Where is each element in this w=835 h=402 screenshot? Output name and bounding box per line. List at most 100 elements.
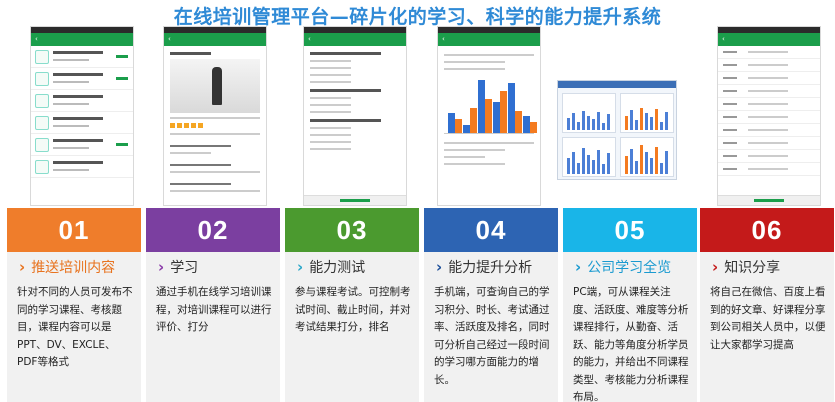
app-bar: ‹ xyxy=(31,33,133,46)
pc-chart-bar xyxy=(635,120,638,130)
chart-bar xyxy=(493,102,500,133)
pc-chart-bar xyxy=(592,160,595,174)
chevron-right-icon: › xyxy=(712,257,719,276)
back-arrow-icon: ‹ xyxy=(168,35,171,43)
course-icon xyxy=(35,94,49,108)
list-item xyxy=(31,46,133,68)
app-bar: ‹ xyxy=(304,33,406,46)
pc-chart-bar xyxy=(645,113,648,130)
card-number: 06 xyxy=(700,208,834,252)
chevron-right-icon: › xyxy=(19,257,26,276)
back-arrow-icon: ‹ xyxy=(442,35,445,43)
feature-card: 05 › 公司学习全览 PC端，可从课程关注度、活跃度、难度等分析课程排行，从勤奋… xyxy=(563,208,697,402)
list-item xyxy=(31,156,133,178)
pc-chart-bar xyxy=(655,147,658,174)
chart-bar xyxy=(478,80,485,133)
feature-card: 03 › 能力测试 参与课程考试。可控制考试时间、截止时间，并对考试结果打分，排名 xyxy=(285,208,419,402)
course-icon xyxy=(35,50,49,64)
course-icon xyxy=(35,116,49,130)
pc-chart-bar xyxy=(582,111,585,130)
pc-chart-bar xyxy=(625,116,628,130)
app-bar: ‹ xyxy=(438,33,540,46)
pc-chart-bar xyxy=(660,122,663,130)
pc-chart-bar xyxy=(607,153,610,174)
pc-chart-bar xyxy=(572,113,575,130)
chart-bar xyxy=(500,91,507,133)
list-item xyxy=(31,68,133,90)
pc-chart-bar xyxy=(587,116,590,130)
phone-screen-knowledge-share: ‹ xyxy=(717,26,821,206)
card-description: 通过手机在线学习培训课程，对培训课程可以进行评价、打分 xyxy=(156,286,272,333)
pc-chart-bar xyxy=(582,148,585,174)
chart-bar xyxy=(508,83,515,133)
pc-chart-bar xyxy=(640,108,643,130)
pc-chart-bar xyxy=(650,158,653,174)
pc-chart-bar xyxy=(577,163,580,174)
chart-bar xyxy=(463,125,470,133)
card-title: 学习 xyxy=(170,260,199,276)
chevron-right-icon: › xyxy=(297,257,304,276)
chart-bar xyxy=(485,99,492,133)
phone-screen-course-video: ‹ xyxy=(163,26,267,206)
pc-chart-bar xyxy=(597,112,600,130)
pc-chart-bar xyxy=(597,150,600,174)
card-description: 针对不同的人员可发布不同的学习课程、考核题目，课程内容可以是PPT、DV、EXC… xyxy=(17,286,133,368)
pc-chart-bar xyxy=(602,123,605,130)
video-player xyxy=(170,59,260,113)
feature-card: 02 › 学习 通过手机在线学习培训课程，对培训课程可以进行评价、打分 xyxy=(146,208,280,402)
course-icon xyxy=(35,72,49,86)
chart-bar xyxy=(515,111,522,133)
pc-chart-bar xyxy=(650,117,653,130)
pc-chart-bar xyxy=(635,161,638,174)
back-arrow-icon: ‹ xyxy=(308,35,311,43)
course-icon xyxy=(35,138,49,152)
pc-chart-bar xyxy=(630,149,633,174)
card-title: 知识分享 xyxy=(724,260,781,276)
pc-chart-bar xyxy=(577,122,580,130)
submit-bar xyxy=(304,195,406,205)
feature-cards: 01 › 推送培训内容 针对不同的人员可发布不同的学习课程、考核题目，课程内容可以… xyxy=(0,208,835,402)
list-item xyxy=(31,90,133,112)
feature-card: 04 › 能力提升分析 手机端，可查询自己的学习积分、时长、考试通过率、活跃度及排… xyxy=(424,208,558,402)
rating-stars-icon xyxy=(170,123,204,128)
card-title: 推送培训内容 xyxy=(31,260,116,276)
chart-bar xyxy=(523,116,530,133)
chart-bar xyxy=(530,122,537,133)
pc-chart-bar xyxy=(625,156,628,174)
page-title: 在线培训管理平台—碎片化的学习、科学的能力提升系统 xyxy=(173,6,662,28)
chart-bar xyxy=(448,113,455,133)
pc-chart-bar xyxy=(665,112,668,130)
phone-screen-ability-analysis: ‹ xyxy=(437,26,541,206)
card-number: 03 xyxy=(285,208,419,252)
screenshot-gallery: ‹ ‹ ‹ ‹ ‹ xyxy=(0,26,835,206)
pc-chart-bar xyxy=(655,109,658,130)
pc-header xyxy=(558,81,676,88)
pc-chart-bar xyxy=(572,152,575,174)
card-number: 05 xyxy=(563,208,697,252)
pc-chart-bar xyxy=(660,163,663,174)
phone-screen-exam: ‹ xyxy=(303,26,407,206)
chevron-right-icon: › xyxy=(575,257,582,276)
card-number: 01 xyxy=(7,208,141,252)
card-number: 02 xyxy=(146,208,280,252)
back-arrow-icon: ‹ xyxy=(35,35,38,43)
card-description: PC端，可从课程关注度、活跃度、难度等分析课程排行，从勤奋、活跃、能力等角度分析… xyxy=(573,286,689,402)
pc-chart-bar xyxy=(645,152,648,174)
card-title: 能力测试 xyxy=(309,260,366,276)
feature-card: 06 › 知识分享 将自己在微信、百度上看到的好文章、好课程分享到公司相关人员中，… xyxy=(700,208,834,402)
chart-bar xyxy=(470,108,477,133)
pc-chart-bar xyxy=(640,145,643,174)
card-title: 公司学习全览 xyxy=(587,260,672,276)
card-title: 能力提升分析 xyxy=(448,260,533,276)
pc-chart-bar xyxy=(592,119,595,130)
chevron-right-icon: › xyxy=(158,257,165,276)
card-description: 参与课程考试。可控制考试时间、截止时间，并对考试结果打分，排名 xyxy=(295,286,411,333)
pc-chart-bar xyxy=(567,118,570,130)
app-bar: ‹ xyxy=(164,33,266,46)
feature-card: 01 › 推送培训内容 针对不同的人员可发布不同的学习课程、考核题目，课程内容可以… xyxy=(7,208,141,402)
pc-chart-bar xyxy=(587,155,590,174)
pc-dashboard-screenshot xyxy=(557,80,677,180)
save-bar xyxy=(718,195,820,205)
back-arrow-icon: ‹ xyxy=(722,35,725,43)
pc-chart-bar xyxy=(665,151,668,174)
